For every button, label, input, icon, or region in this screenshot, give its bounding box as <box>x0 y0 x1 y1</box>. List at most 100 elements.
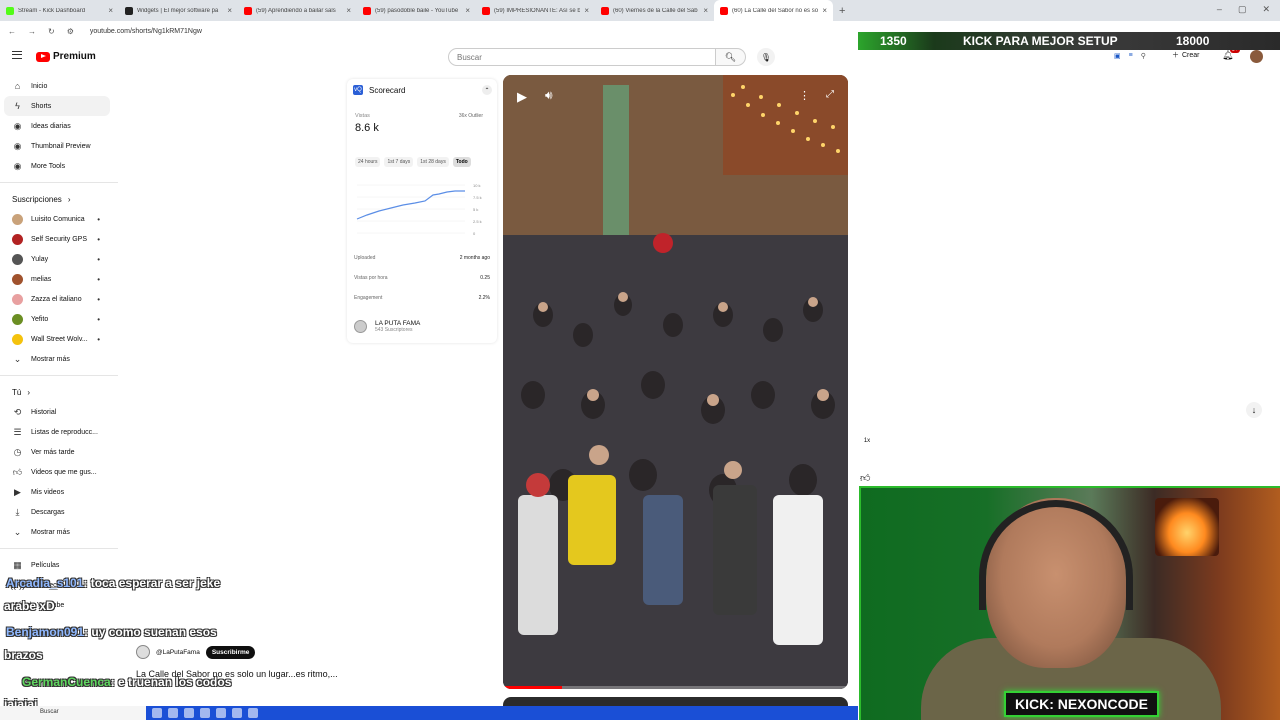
sidebar-item[interactable]: 👍︎ Videos que me gus... <box>0 462 118 482</box>
like-icon[interactable]: 👍︎ <box>860 472 870 484</box>
sidebar-item[interactable]: ◉ Thumbnail Preview <box>0 136 118 156</box>
subscription-item[interactable]: melias • <box>0 269 118 289</box>
range-tab[interactable]: 1st 28 days <box>417 157 449 167</box>
subscriptions-heading-label: Suscripciones <box>12 194 62 204</box>
video-channel-handle[interactable]: @LaPutaFama <box>156 649 200 656</box>
subscription-item[interactable]: Yefito • <box>0 309 118 329</box>
reload-icon[interactable]: ↻ <box>48 27 55 36</box>
subscription-item[interactable]: Yulay • <box>0 249 118 269</box>
new-tab-button[interactable]: + <box>839 5 845 17</box>
terminal-icon[interactable] <box>248 708 258 718</box>
sidebar-item-label: Historial <box>31 408 57 416</box>
forward-icon[interactable]: → <box>28 27 36 36</box>
app-icon[interactable] <box>216 708 226 718</box>
extension-icons: ▣ ≡ ⚲ <box>1114 52 1146 60</box>
subscriptions-heading[interactable]: Suscripciones › <box>0 189 118 209</box>
sidebar-item[interactable]: ⤓ Descargas <box>0 502 118 522</box>
tab-close-icon[interactable]: × <box>227 6 232 15</box>
browser-icon[interactable] <box>168 708 178 718</box>
sidebar-item[interactable]: ⌂ Inicio <box>0 76 118 96</box>
edge-icon[interactable] <box>200 708 210 718</box>
taskbar-search[interactable]: Buscar <box>40 709 59 715</box>
account-avatar[interactable] <box>1250 50 1263 63</box>
tab-close-icon[interactable]: × <box>108 6 113 15</box>
subscription-item[interactable]: Luisito Comunica • <box>0 209 118 229</box>
range-tab[interactable]: 1st 7 days <box>384 157 414 167</box>
sidebar-item[interactable]: ▦ Películas <box>0 555 118 575</box>
subscription-item[interactable]: Wall Street Wolv... • <box>0 329 118 349</box>
menu-icon[interactable] <box>12 51 22 59</box>
maximize-icon[interactable]: ▢ <box>1238 4 1247 15</box>
tab-close-icon[interactable]: × <box>465 6 470 15</box>
playback-rate-button[interactable]: 1x <box>858 438 876 444</box>
y-tick-label: 5 k <box>473 207 478 212</box>
new-content-dot-icon: • <box>97 234 100 244</box>
search-button[interactable]: 🔍︎ <box>716 48 746 66</box>
list-icon[interactable]: ≡ <box>1129 52 1133 60</box>
os-taskbar: Buscar <box>0 706 858 720</box>
sidebar-item[interactable]: ϟ Shorts <box>4 96 110 116</box>
extension-icon[interactable]: ▣ <box>1114 52 1121 60</box>
obs-icon[interactable] <box>232 708 242 718</box>
chat-text: arabe xD <box>4 599 55 613</box>
volume-icon[interactable]: 🔊︎ <box>545 88 553 103</box>
tab-close-icon[interactable]: × <box>822 6 827 15</box>
browser-tab[interactable]: (60) La Calle del Sabor no es sol × <box>714 0 833 21</box>
show-more-subscriptions[interactable]: ⌄ Mostrar más <box>0 349 118 369</box>
tab-close-icon[interactable]: × <box>703 6 708 15</box>
search-input[interactable] <box>448 48 716 66</box>
minimize-icon[interactable]: – <box>1217 4 1222 15</box>
tab-close-icon[interactable]: × <box>346 6 351 15</box>
create-button[interactable]: ＋ Crear <box>1172 50 1200 60</box>
file-explorer-icon[interactable] <box>152 708 162 718</box>
sidebar-item[interactable]: ☰ Listas de reproducc... <box>0 422 118 442</box>
browser-tab[interactable]: Widgets | El mejor software pa × <box>119 0 238 21</box>
tab-favicon-icon <box>720 6 728 15</box>
video-channel-avatar[interactable] <box>136 645 150 659</box>
scorecard-stat-row: Uploaded 2 months ago <box>354 255 490 261</box>
show-more-you[interactable]: ⌄ Mostrar más <box>0 522 118 542</box>
site-info-icon[interactable]: ⚙ <box>67 27 74 36</box>
pin-icon[interactable]: ⚲ <box>1141 52 1146 60</box>
browser-tab[interactable]: (59) Aprendiendo a bailar sals × <box>238 0 357 21</box>
back-icon[interactable]: ← <box>8 27 16 36</box>
sidebar-item[interactable]: ◉ Ideas diarias <box>0 116 118 136</box>
subscription-item[interactable]: Self Security GPS • <box>0 229 118 249</box>
you-heading[interactable]: Tú › <box>0 382 118 402</box>
collapse-icon[interactable]: ⌃ <box>482 85 492 95</box>
range-tab[interactable]: 24 hours <box>355 157 381 167</box>
subscribe-button[interactable]: Suscribirme <box>205 645 256 659</box>
sidebar-item[interactable]: ⟲ Historial <box>0 402 118 422</box>
browser-tab[interactable]: (59) pasodoble baile - YouTube × <box>357 0 476 21</box>
scorecard-channel[interactable]: LA PUTA FAMA 543 Suscriptores <box>354 320 420 333</box>
subscription-label: Zazza el italiano <box>31 295 82 303</box>
browser-tab[interactable]: (59) IMPRESIONANTE: Así se ba × <box>476 0 595 21</box>
new-content-dot-icon: • <box>97 274 100 284</box>
play-icon[interactable]: ▶ <box>517 89 527 105</box>
chat-text: : uy como suenan esos <box>84 625 217 639</box>
next-video-button[interactable]: ↓ <box>1246 402 1262 418</box>
close-window-icon[interactable]: ✕ <box>1262 4 1270 15</box>
youtube-logo[interactable]: Premium <box>36 51 96 62</box>
sidebar-item[interactable]: ◷ Ver más tarde <box>0 442 118 462</box>
fullscreen-icon[interactable]: ⤢ <box>826 89 834 100</box>
browser-tab[interactable]: (60) Viernes de la Calle del Sab × <box>595 0 714 21</box>
youtube-play-icon <box>36 51 50 62</box>
video-progress-bar[interactable] <box>503 686 848 689</box>
new-content-dot-icon: • <box>97 334 100 344</box>
like-icon: 👍︎ <box>12 466 23 477</box>
url-field[interactable]: youtube.com/shorts/Ng1kRM71Ngw <box>90 28 202 35</box>
range-tab[interactable]: Todo <box>452 157 471 167</box>
browser-tab[interactable]: Stream - Kick Dashboard × <box>0 0 119 21</box>
chrome-icon[interactable] <box>184 708 194 718</box>
sidebar-item[interactable]: ▶ Mis videos <box>0 482 118 502</box>
sidebar-item[interactable]: ◉ More Tools <box>0 156 118 176</box>
shorts-video-player[interactable]: ▶ 🔊︎ ⋮ ⤢ <box>503 75 848 689</box>
browser-tab-strip: Stream - Kick Dashboard × Widgets | El mej… <box>0 0 1280 21</box>
voice-search-button[interactable]: 🎙︎ <box>757 48 775 66</box>
sidebar-item-label: Ideas diarias <box>31 122 71 130</box>
sidebar-item-label: Mis videos <box>31 488 65 496</box>
tab-close-icon[interactable]: × <box>584 6 589 15</box>
subscription-item[interactable]: Zazza el italiano • <box>0 289 118 309</box>
more-options-icon[interactable]: ⋮ <box>799 89 810 102</box>
